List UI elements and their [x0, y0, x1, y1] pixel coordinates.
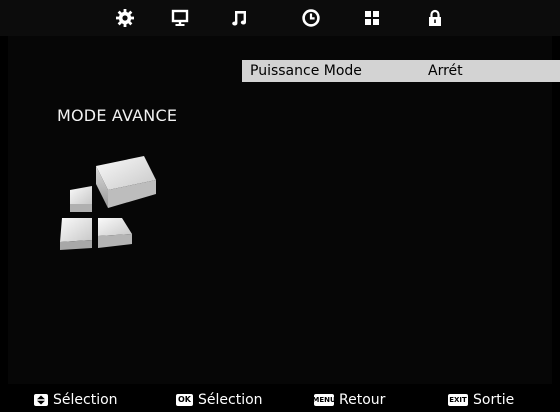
music-note-icon[interactable] [229, 7, 251, 29]
hint-exit: EXIT Sortie [448, 388, 514, 412]
hint-select-updown: Sélection [34, 388, 118, 412]
hint-back: MENU Retour [312, 388, 386, 412]
puissance-mode-option[interactable]: Puissance Mode Arrét [242, 60, 560, 82]
lock-icon[interactable] [424, 7, 446, 29]
hint-label: Sélection [198, 392, 263, 408]
gear-icon[interactable] [114, 7, 136, 29]
hint-label: Sortie [473, 392, 515, 408]
menu-tab-bar [0, 0, 560, 36]
cube-blocks-icon [52, 152, 162, 260]
hint-label: Retour [339, 392, 386, 408]
ok-key-icon: OK [176, 394, 193, 406]
clock-icon[interactable] [300, 7, 322, 29]
option-label: Puissance Mode [250, 63, 362, 79]
section-title: MODE AVANCE [57, 106, 178, 125]
menu-key-icon: MENU [312, 394, 336, 406]
hint-select-ok: OK Sélection [176, 388, 263, 412]
monitor-icon[interactable] [169, 7, 191, 29]
hint-label: Sélection [53, 392, 118, 408]
option-value[interactable]: Arrét [428, 60, 463, 82]
up-down-key-icon [34, 394, 48, 406]
grid-icon[interactable] [361, 7, 383, 29]
exit-key-icon: EXIT [448, 394, 468, 406]
footer-hints: Sélection OK Sélection MENU Retour EXIT … [0, 388, 560, 412]
